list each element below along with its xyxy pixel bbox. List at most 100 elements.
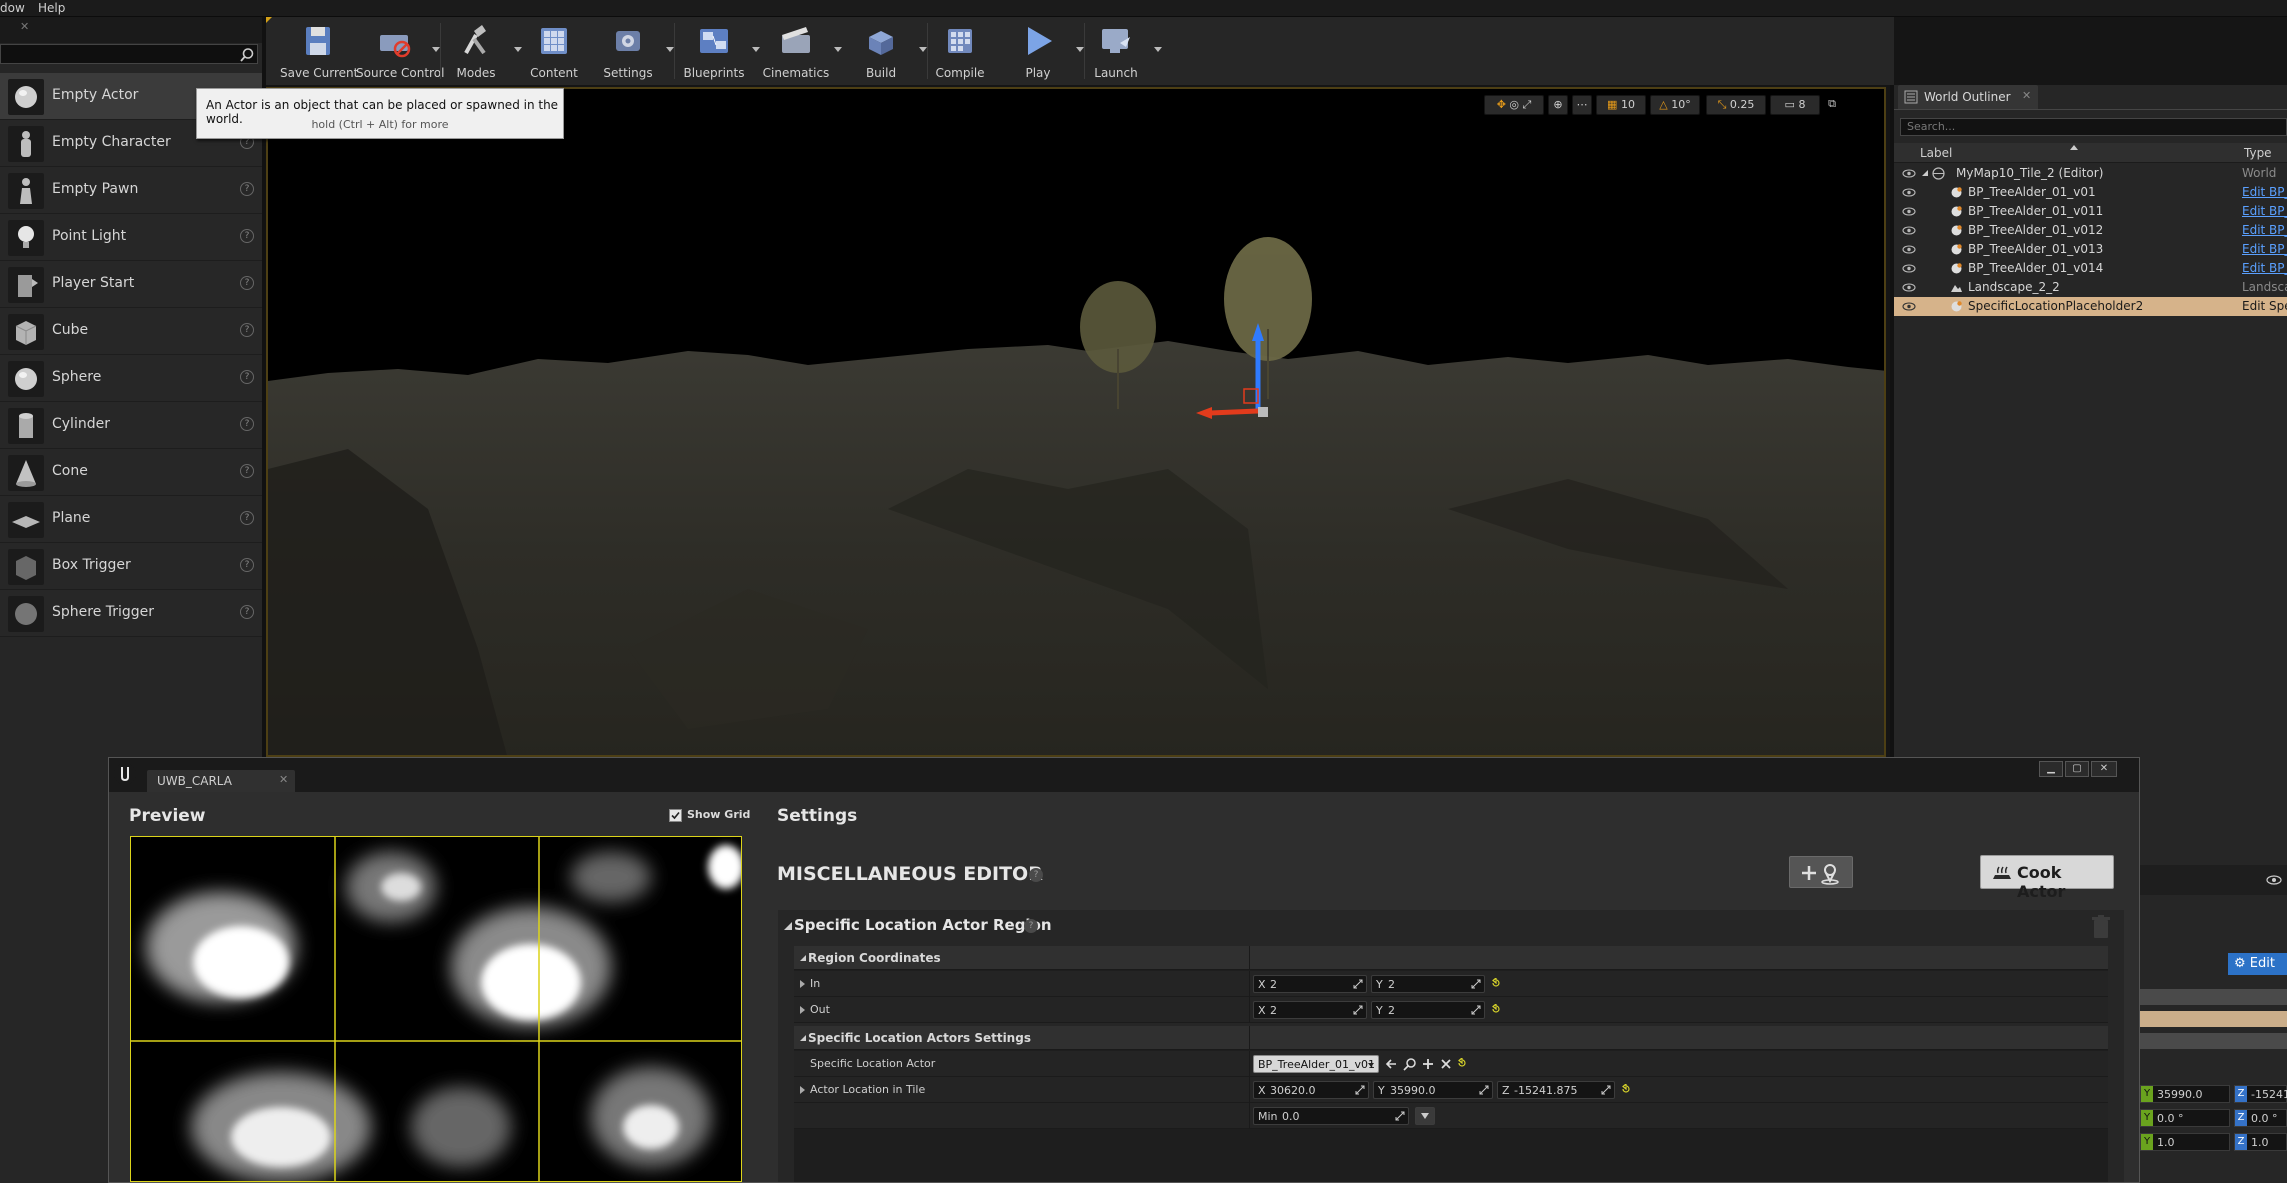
save-current-button[interactable]: Save Current	[280, 21, 358, 81]
expand-arrow-icon[interactable]	[800, 1006, 805, 1014]
tab-world-outliner[interactable]: World Outliner ✕	[1898, 85, 2038, 109]
place-item-cube[interactable]: Cube?	[0, 308, 262, 355]
source-control-button[interactable]: Source Control	[356, 21, 444, 81]
place-item-sphere[interactable]: Sphere?	[0, 355, 262, 402]
location-y-field[interactable]: Y 35990.0	[2140, 1085, 2230, 1103]
place-item-player-start[interactable]: Player Start?	[0, 261, 262, 308]
outliner-row[interactable]: Landscape_2_2 Landsca	[1894, 278, 2287, 297]
scale-y-field[interactable]: Y 1.0	[2140, 1133, 2230, 1151]
edit-blueprint-button[interactable]: ⚙ Edit	[2228, 953, 2287, 975]
minimize-button[interactable]: ▁	[2039, 761, 2063, 777]
outliner-row[interactable]: BP_TreeAlder_01_v014 Edit BP_	[1894, 259, 2287, 278]
settings-button[interactable]: Settings	[590, 21, 666, 81]
min-field[interactable]: Min 0.0	[1253, 1107, 1409, 1125]
help-icon[interactable]: ?	[240, 511, 254, 525]
in-y-field[interactable]: Y2	[1371, 975, 1485, 993]
use-selected-arrow-icon[interactable]	[1385, 1057, 1399, 1071]
outliner-search-input[interactable]: Search...	[1900, 118, 2287, 136]
visibility-eye-icon[interactable]	[1902, 207, 1916, 216]
location-z-field[interactable]: Z -15241.875	[1497, 1081, 1615, 1099]
location-y-field[interactable]: Y 35990.0	[1373, 1081, 1493, 1099]
maximize-viewport-icon[interactable]: ⧉	[1824, 95, 1840, 115]
close-icon[interactable]: ✕	[279, 773, 288, 786]
out-x-field[interactable]: X2	[1253, 1001, 1367, 1019]
dropdown-arrow-icon[interactable]	[1154, 47, 1162, 52]
visibility-eye-icon[interactable]	[1902, 302, 1916, 311]
visibility-eye-icon[interactable]	[1902, 245, 1916, 254]
place-item-empty-pawn[interactable]: Empty Pawn?	[0, 167, 262, 214]
scale-z-field[interactable]: Z 1.0	[2234, 1133, 2287, 1151]
visibility-eye-icon[interactable]	[1902, 226, 1916, 235]
actor-settings-header[interactable]: Specific Location Actors Settings	[794, 1026, 2108, 1050]
menu-help[interactable]: Help	[38, 1, 65, 15]
visibility-eye-icon[interactable]	[1902, 283, 1916, 292]
play-button[interactable]: Play	[1000, 21, 1076, 81]
column-type[interactable]: Type	[2244, 146, 2272, 160]
reset-arrow-icon[interactable]	[1621, 1084, 1631, 1094]
window-titlebar[interactable]: UWB_CARLA ✕ ▁ ▢ ✕	[109, 758, 2139, 792]
rotation-z-field[interactable]: Z 0.0 °	[2234, 1109, 2287, 1127]
outliner-item-type[interactable]: Edit BP_	[2242, 204, 2287, 218]
actor-class-dropdown[interactable]: BP_TreeAlder_01_v01	[1253, 1055, 1379, 1073]
help-icon[interactable]: ?	[1029, 868, 1043, 882]
expand-arrow-icon[interactable]	[800, 1086, 805, 1094]
column-label[interactable]: Label	[1920, 146, 1952, 160]
outliner-item-type[interactable]: Edit BP_	[2242, 185, 2287, 199]
close-window-button[interactable]: ✕	[2091, 761, 2117, 777]
help-icon[interactable]: ?	[1024, 919, 1038, 933]
expand-arrow-icon[interactable]	[1922, 170, 1928, 176]
location-x-field[interactable]: X 30620.0	[1253, 1081, 1369, 1099]
rotation-snap-control[interactable]: △ 10°	[1650, 95, 1700, 115]
show-grid-checkbox[interactable]	[669, 809, 682, 822]
world-local-icon[interactable]: ⊕	[1548, 95, 1568, 115]
add-location-button[interactable]	[1789, 856, 1853, 888]
visibility-eye-icon[interactable]	[1902, 188, 1916, 197]
visibility-eye-icon[interactable]	[1902, 169, 1916, 178]
trash-icon[interactable]	[2090, 914, 2112, 940]
place-item-cylinder[interactable]: Cylinder?	[0, 402, 262, 449]
outliner-item-type[interactable]: Edit BP_	[2242, 223, 2287, 237]
outliner-row[interactable]: BP_TreeAlder_01_v011 Edit BP_	[1894, 202, 2287, 221]
compile-button[interactable]: Compile	[922, 21, 998, 81]
place-item-sphere-trigger[interactable]: Sphere Trigger?	[0, 590, 262, 637]
expand-arrow-icon[interactable]	[800, 980, 805, 988]
cook-actor-button[interactable]: Cook Actor	[1980, 855, 2114, 901]
outliner-row[interactable]: BP_TreeAlder_01_v012 Edit BP_	[1894, 221, 2287, 240]
outliner-row[interactable]: MyMap10_Tile_2 (Editor) World	[1894, 164, 2287, 183]
help-icon[interactable]: ?	[240, 276, 254, 290]
place-item-cone[interactable]: Cone?	[0, 449, 262, 496]
grid-snap-control[interactable]: ▦ 10	[1596, 95, 1646, 115]
add-icon[interactable]	[1421, 1057, 1435, 1071]
outliner-item-type[interactable]: Edit BP_	[2242, 242, 2287, 256]
content-button[interactable]: Content	[516, 21, 592, 81]
cinematics-button[interactable]: Cinematics	[758, 21, 834, 81]
rotation-y-field[interactable]: Y 0.0 °	[2140, 1109, 2230, 1127]
help-icon[interactable]: ?	[240, 370, 254, 384]
help-icon[interactable]: ?	[240, 417, 254, 431]
outliner-row[interactable]: BP_TreeAlder_01_v013 Edit BP_	[1894, 240, 2287, 259]
close-icon[interactable]: ✕	[2022, 89, 2031, 102]
blueprints-button[interactable]: Blueprints	[676, 21, 752, 81]
reset-arrow-icon[interactable]	[1457, 1058, 1467, 1068]
surface-snap-icon[interactable]: ⋯	[1572, 95, 1592, 115]
tab-uwb-carla[interactable]: UWB_CARLA ✕	[147, 770, 295, 792]
close-icon[interactable]: ✕	[20, 20, 29, 33]
visibility-eye-icon[interactable]	[1902, 264, 1916, 273]
out-y-field[interactable]: Y2	[1371, 1001, 1485, 1019]
outliner-row[interactable]: BP_TreeAlder_01_v01 Edit BP_	[1894, 183, 2287, 202]
range-options-dropdown[interactable]	[1415, 1107, 1435, 1125]
eye-icon[interactable]	[2266, 875, 2282, 885]
clear-icon[interactable]	[1439, 1057, 1453, 1071]
help-icon[interactable]: ?	[240, 323, 254, 337]
camera-speed-control[interactable]: ▭ 8	[1770, 95, 1820, 115]
help-icon[interactable]: ?	[240, 558, 254, 572]
transform-mode-buttons[interactable]: ✥ ◎ ⤢	[1484, 95, 1544, 115]
reset-arrow-icon[interactable]	[1491, 1004, 1501, 1014]
browse-search-icon[interactable]	[1403, 1057, 1417, 1071]
location-z-field[interactable]: Z -15241	[2234, 1085, 2287, 1103]
launch-button[interactable]: Launch	[1078, 21, 1154, 81]
outliner-item-type[interactable]: Edit BP_	[2242, 261, 2287, 275]
modes-button[interactable]: Modes	[438, 21, 514, 81]
dropdown-arrow-icon[interactable]	[834, 47, 842, 52]
place-item-plane[interactable]: Plane?	[0, 496, 262, 543]
